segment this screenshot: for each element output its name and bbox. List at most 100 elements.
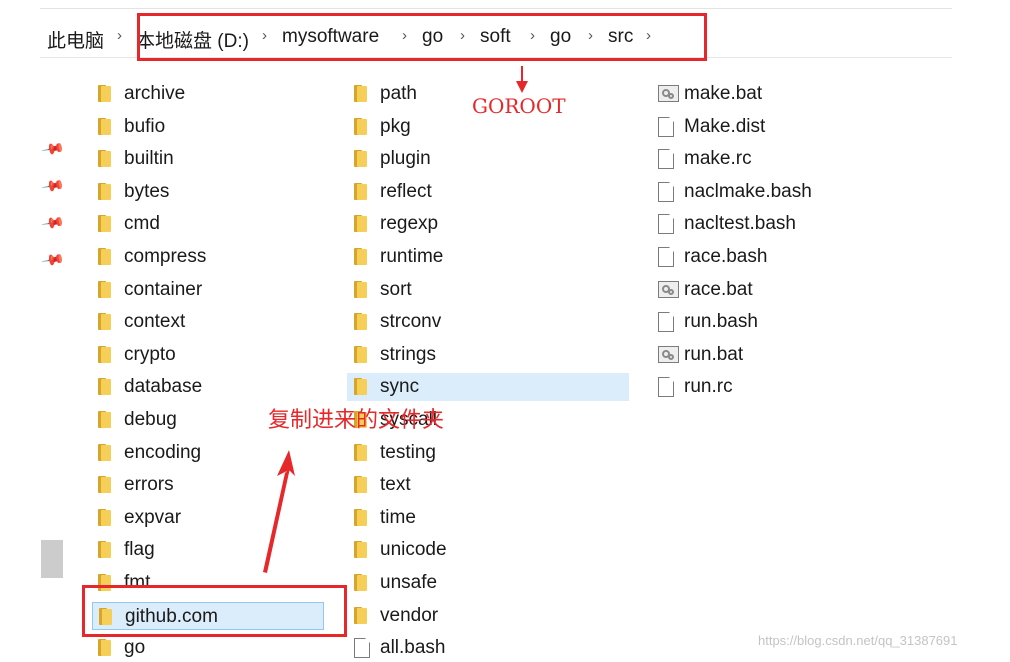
item-label: race.bash <box>684 246 768 267</box>
file-icon <box>658 149 674 170</box>
file-icon <box>658 377 674 398</box>
folder-item[interactable]: plugin <box>352 145 552 173</box>
folder-icon <box>98 313 111 331</box>
item-label: sort <box>380 278 412 300</box>
folder-item[interactable]: debug <box>96 406 296 434</box>
file-item[interactable]: Make.dist <box>656 113 856 141</box>
file-icon <box>658 116 674 137</box>
pin-icon[interactable]: 📌 <box>41 136 67 162</box>
down-arrow-icon <box>516 66 528 93</box>
folder-item[interactable]: regexp <box>352 210 552 238</box>
item-label: pkg <box>380 115 411 137</box>
item-label: flag <box>124 539 155 561</box>
file-item[interactable]: run.bash <box>656 308 856 336</box>
item-label: race.bat <box>684 278 753 300</box>
item-label: make.bat <box>684 83 763 104</box>
file-item[interactable]: naclmake.bash <box>656 178 856 206</box>
item-label: database <box>124 376 203 398</box>
folder-item[interactable]: compress <box>96 243 296 271</box>
pin-icon[interactable]: 📌 <box>41 173 67 199</box>
file-item[interactable]: race.bash <box>656 243 856 271</box>
item-label: context <box>124 311 186 333</box>
folder-item[interactable]: sort <box>352 276 552 304</box>
folder-icon <box>98 639 111 657</box>
batch-file-icon <box>658 345 679 363</box>
folder-item[interactable]: text <box>352 471 552 499</box>
item-label: run.rc <box>684 376 733 398</box>
file-item[interactable]: run.bat <box>656 341 856 369</box>
copied-folder-highlight <box>82 585 347 637</box>
item-label: go <box>124 637 146 659</box>
folder-icon <box>354 85 367 102</box>
folder-icon <box>98 85 111 102</box>
file-item[interactable]: make.rc <box>656 145 856 173</box>
item-label: unicode <box>380 539 447 561</box>
breadcrumb-this-pc[interactable]: 此电脑 <box>47 26 104 53</box>
folder-item[interactable]: bytes <box>96 178 296 206</box>
file-item[interactable]: nacltest.bash <box>656 210 856 238</box>
folder-icon <box>354 280 367 298</box>
item-label: text <box>380 474 411 496</box>
file-icon <box>658 214 674 235</box>
file-icon <box>658 312 674 333</box>
pin-icon[interactable]: 📌 <box>41 247 67 273</box>
goroot-annotation: GOROOT <box>472 94 566 118</box>
folder-icon <box>98 248 111 265</box>
folder-item[interactable]: unicode <box>352 536 552 564</box>
folder-item[interactable]: context <box>96 308 296 336</box>
window-top-edge <box>40 8 952 9</box>
copied-folder-annotation: 复制进来的文件夹 <box>268 407 445 432</box>
chevron-right-icon[interactable]: › <box>117 27 122 44</box>
item-label: make.rc <box>684 148 752 170</box>
file-item[interactable]: make.bat <box>656 80 856 108</box>
item-label: reflect <box>380 180 432 202</box>
folder-icon <box>354 150 367 168</box>
file-icon <box>658 181 674 202</box>
item-label: crypto <box>124 343 176 365</box>
folder-item[interactable]: time <box>352 504 552 532</box>
folder-item[interactable]: strconv <box>352 308 552 336</box>
file-item[interactable]: all.bash <box>352 634 552 662</box>
folder-item[interactable]: strings <box>352 341 552 369</box>
folder-icon <box>354 313 367 331</box>
folder-item[interactable]: vendor <box>352 602 552 630</box>
goroot-path-highlight <box>137 13 707 61</box>
item-label: run.bash <box>684 311 758 333</box>
folder-item[interactable]: cmd <box>96 210 296 238</box>
nav-pane-scrollbar[interactable] <box>41 540 63 578</box>
item-label: path <box>380 83 417 104</box>
folder-item[interactable]: testing <box>352 439 552 467</box>
file-icon <box>354 638 370 659</box>
item-label: compress <box>124 246 207 267</box>
folder-item[interactable]: runtime <box>352 243 552 271</box>
pin-icon[interactable]: 📌 <box>41 210 67 236</box>
item-label: bufio <box>124 115 166 137</box>
file-item[interactable]: race.bat <box>656 276 856 304</box>
folder-item[interactable]: go <box>96 634 296 662</box>
folder-item[interactable]: archive <box>96 80 296 108</box>
folder-item[interactable]: reflect <box>352 178 552 206</box>
item-label: naclmake.bash <box>684 180 812 202</box>
item-label: nacltest.bash <box>684 213 796 235</box>
item-label: builtin <box>124 148 174 170</box>
folder-icon <box>354 606 367 624</box>
item-label: expvar <box>124 506 182 528</box>
folder-icon <box>98 117 111 135</box>
folder-icon <box>354 345 367 363</box>
folder-icon <box>354 508 367 526</box>
folder-icon <box>354 215 367 233</box>
folder-item[interactable]: builtin <box>96 145 296 173</box>
item-label: runtime <box>380 246 444 267</box>
folder-item[interactable]: crypto <box>96 341 296 369</box>
folder-item[interactable]: database <box>96 373 296 401</box>
file-icon <box>658 247 674 267</box>
item-label: unsafe <box>380 572 438 593</box>
folder-item[interactable]: container <box>96 276 296 304</box>
file-item[interactable]: run.rc <box>656 373 856 401</box>
item-label: all.bash <box>380 637 446 659</box>
item-label: archive <box>124 83 186 104</box>
folder-item[interactable]: bufio <box>96 113 296 141</box>
folder-icon <box>98 508 111 526</box>
folder-item[interactable]: sync <box>347 373 629 402</box>
folder-item[interactable]: unsafe <box>352 569 552 597</box>
